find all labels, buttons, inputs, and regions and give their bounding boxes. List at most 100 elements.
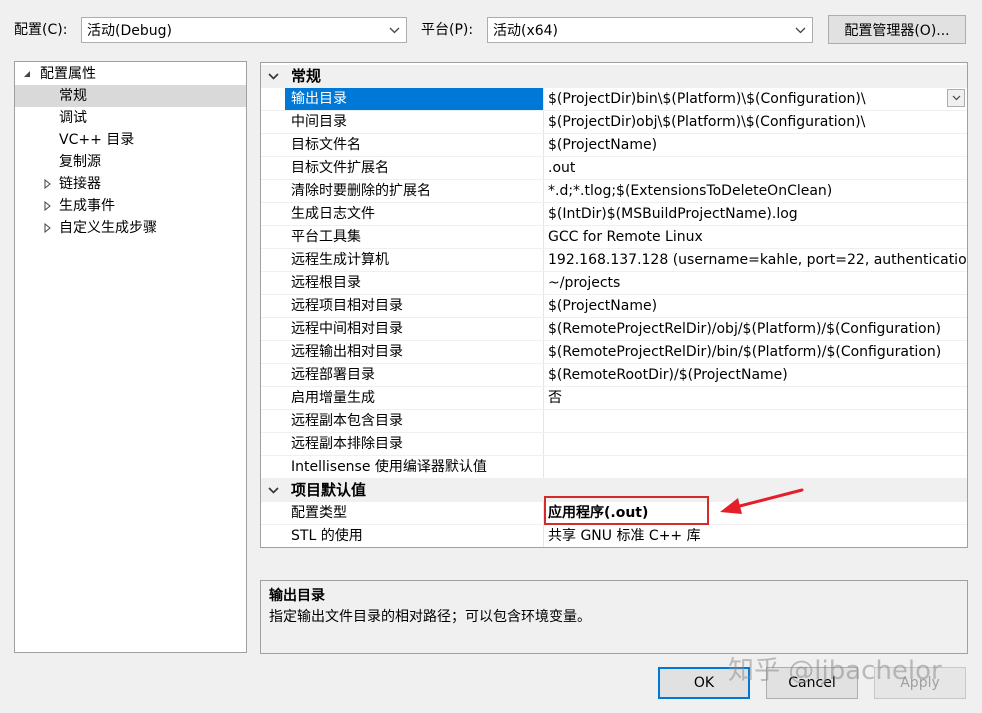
property-row[interactable]: 中间目录 $(ProjectDir)obj\$(Platform)\$(Conf… — [261, 111, 967, 134]
property-value[interactable]: GCC for Remote Linux — [544, 226, 967, 248]
tree-item-vc-directories[interactable]: VC++ 目录 — [15, 129, 246, 151]
tree-item-linker[interactable]: 链接器 — [15, 173, 246, 195]
tree-item-label: 复制源 — [59, 154, 101, 170]
property-name: 清除时要删除的扩展名 — [285, 180, 544, 202]
tree-item-label: 链接器 — [59, 176, 101, 192]
category-general[interactable]: 常规 — [261, 65, 967, 88]
property-value[interactable]: 192.168.137.128 (username=kahle, port=22… — [544, 249, 967, 271]
category-title: 常规 — [291, 67, 322, 85]
chevron-down-icon — [952, 95, 960, 101]
property-row[interactable]: 启用增量生成 否 — [261, 387, 967, 410]
description-pane: 输出目录 指定输出文件目录的相对路径；可以包含环境变量。 — [260, 580, 968, 654]
config-value: 活动(Debug) — [87, 23, 172, 39]
property-name: 远程部署目录 — [285, 364, 544, 386]
collapse-triangle-icon[interactable] — [21, 63, 33, 85]
property-name: 配置类型 — [285, 502, 544, 524]
red-arrow-icon — [720, 488, 804, 514]
highlight-box — [544, 496, 709, 525]
property-name: 生成日志文件 — [285, 203, 544, 225]
property-value[interactable] — [544, 433, 967, 455]
property-name: 平台工具集 — [285, 226, 544, 248]
tree-item-label: 生成事件 — [59, 198, 115, 214]
tree-item-copy-sources[interactable]: 复制源 — [15, 151, 246, 173]
property-name: 远程副本包含目录 — [285, 410, 544, 432]
property-name: 启用增量生成 — [285, 387, 544, 409]
property-name: 目标文件扩展名 — [285, 157, 544, 179]
property-row[interactable]: STL 的使用 共享 GNU 标准 C++ 库 — [261, 525, 967, 547]
tree-item-label: 调试 — [59, 110, 87, 126]
property-value[interactable]: ~/projects — [544, 272, 967, 294]
config-combobox[interactable]: 活动(Debug) — [81, 17, 407, 43]
tree-item-build-events[interactable]: 生成事件 — [15, 195, 246, 217]
property-row[interactable]: 远程根目录 ~/projects — [261, 272, 967, 295]
cancel-button[interactable]: Cancel — [766, 667, 858, 699]
chevron-down-icon[interactable] — [267, 65, 279, 88]
property-value[interactable]: $(ProjectDir)bin\$(Platform)\$(Configura… — [544, 88, 967, 110]
tree-item-label: 常规 — [59, 88, 87, 104]
tree-item-debugging[interactable]: 调试 — [15, 107, 246, 129]
platform-value: 活动(x64) — [493, 23, 559, 39]
property-row[interactable]: 远程项目相对目录 $(ProjectName) — [261, 295, 967, 318]
tree-item-label: VC++ 目录 — [59, 132, 135, 148]
property-value[interactable]: 共享 GNU 标准 C++ 库 — [544, 525, 967, 547]
property-row[interactable]: 输出目录 $(ProjectDir)bin\$(Platform)\$(Conf… — [261, 88, 967, 111]
platform-combobox[interactable]: 活动(x64) — [487, 17, 813, 43]
tree-item-label: 自定义生成步骤 — [59, 220, 157, 236]
chevron-down-icon[interactable] — [267, 479, 279, 502]
chevron-down-icon[interactable] — [792, 21, 808, 39]
tree-item-custom-build-step[interactable]: 自定义生成步骤 — [15, 217, 246, 239]
property-name: 远程输出相对目录 — [285, 341, 544, 363]
property-row[interactable]: 远程中间相对目录 $(RemoteProjectRelDir)/obj/$(Pl… — [261, 318, 967, 341]
property-name: STL 的使用 — [285, 525, 544, 547]
property-row[interactable]: Intellisense 使用编译器默认值 — [261, 456, 967, 479]
expand-triangle-icon[interactable] — [41, 217, 53, 239]
tree-item-general[interactable]: 常规 — [15, 85, 246, 107]
property-value[interactable]: *.d;*.tlog;$(ExtensionsToDeleteOnClean) — [544, 180, 967, 202]
property-row[interactable]: 远程输出相对目录 $(RemoteProjectRelDir)/bin/$(Pl… — [261, 341, 967, 364]
description-title: 输出目录 — [269, 588, 325, 604]
property-row[interactable]: 生成日志文件 $(IntDir)$(MSBuildProjectName).lo… — [261, 203, 967, 226]
property-value[interactable]: $(RemoteProjectRelDir)/bin/$(Platform)/$… — [544, 341, 967, 363]
config-label: 配置(C): — [14, 22, 68, 38]
property-name: Intellisense 使用编译器默认值 — [285, 456, 544, 478]
property-name: 远程根目录 — [285, 272, 544, 294]
property-value[interactable]: $(RemoteProjectRelDir)/obj/$(Platform)/$… — [544, 318, 967, 340]
config-tree[interactable]: 配置属性 常规 调试 VC++ 目录 复制源 链接器 生成事件 自定义生成步骤 — [14, 61, 247, 653]
property-value[interactable]: .out — [544, 157, 967, 179]
property-name: 目标文件名 — [285, 134, 544, 156]
property-name: 远程项目相对目录 — [285, 295, 544, 317]
expand-triangle-icon[interactable] — [41, 173, 53, 195]
ok-button[interactable]: OK — [658, 667, 750, 699]
property-name: 远程生成计算机 — [285, 249, 544, 271]
property-row[interactable]: 平台工具集 GCC for Remote Linux — [261, 226, 967, 249]
property-value[interactable]: $(ProjectDir)obj\$(Platform)\$(Configura… — [544, 111, 967, 133]
property-value[interactable] — [544, 410, 967, 432]
property-value[interactable]: $(RemoteRootDir)/$(ProjectName) — [544, 364, 967, 386]
property-row[interactable]: 目标文件名 $(ProjectName) — [261, 134, 967, 157]
apply-button[interactable]: Apply — [874, 667, 966, 699]
expand-triangle-icon[interactable] — [41, 195, 53, 217]
property-grid[interactable]: 常规 输出目录 $(ProjectDir)bin\$(Platform)\$(C… — [260, 62, 968, 548]
property-row[interactable]: 目标文件扩展名 .out — [261, 157, 967, 180]
description-text: 指定输出文件目录的相对路径；可以包含环境变量。 — [269, 609, 591, 625]
property-row[interactable]: 清除时要删除的扩展名 *.d;*.tlog;$(ExtensionsToDele… — [261, 180, 967, 203]
property-row[interactable]: 远程副本包含目录 — [261, 410, 967, 433]
tree-item-label: 配置属性 — [40, 66, 96, 82]
property-value[interactable]: $(ProjectName) — [544, 295, 967, 317]
property-name: 输出目录 — [285, 88, 544, 110]
property-name: 远程中间相对目录 — [285, 318, 544, 340]
property-row[interactable]: 远程生成计算机 192.168.137.128 (username=kahle,… — [261, 249, 967, 272]
property-value[interactable] — [544, 456, 967, 478]
property-value[interactable]: $(IntDir)$(MSBuildProjectName).log — [544, 203, 967, 225]
dropdown-button[interactable] — [947, 89, 965, 107]
tree-item-config-properties[interactable]: 配置属性 — [15, 63, 246, 85]
property-name: 中间目录 — [285, 111, 544, 133]
chevron-down-icon[interactable] — [386, 21, 402, 39]
property-row[interactable]: 远程副本排除目录 — [261, 433, 967, 456]
config-manager-button[interactable]: 配置管理器(O)... — [828, 15, 966, 44]
property-value[interactable]: 否 — [544, 387, 967, 409]
property-row[interactable]: 远程部署目录 $(RemoteRootDir)/$(ProjectName) — [261, 364, 967, 387]
category-title: 项目默认值 — [291, 481, 367, 499]
property-name: 远程副本排除目录 — [285, 433, 544, 455]
property-value[interactable]: $(ProjectName) — [544, 134, 967, 156]
